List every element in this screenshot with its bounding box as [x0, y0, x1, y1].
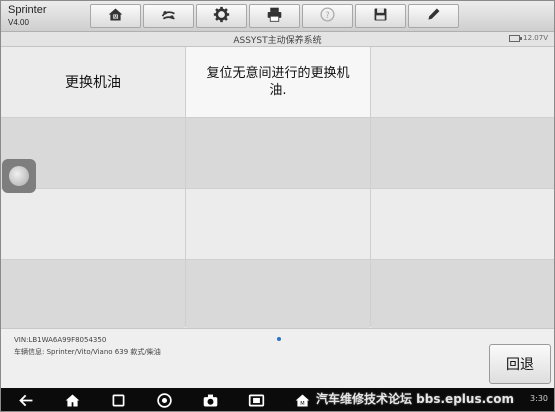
nav-diag-home-button[interactable]: M: [293, 391, 311, 409]
back-button[interactable]: 回退: [489, 344, 551, 384]
menu-empty-cell: [1, 189, 185, 259]
nav-home-button[interactable]: [63, 391, 81, 409]
battery-icon: [509, 34, 523, 42]
home-button[interactable]: M: [90, 4, 141, 28]
menu-empty-cell: [371, 47, 554, 117]
menu-empty-cell: [1, 260, 185, 330]
assistive-dot-icon: [9, 166, 29, 186]
vehicle-swap-icon: [160, 6, 177, 27]
save-icon: [372, 6, 389, 27]
svg-text:M: M: [113, 14, 117, 20]
function-title: ASSYST主动保养系统: [233, 36, 322, 46]
vehicle-info-bar: VIN:LB1WA6A99F8054350 车辆信息: Sprinter/Vit…: [1, 328, 554, 388]
menu-grid: 更换机油 复位无意间进行的更换机油.: [1, 47, 554, 330]
home-icon: [65, 394, 79, 406]
toolbar-buttons: M ?: [90, 4, 461, 28]
menu-item-oil-change[interactable]: 更换机油: [1, 47, 185, 117]
edit-button[interactable]: [408, 4, 459, 28]
nav-back-button[interactable]: [17, 391, 35, 409]
back-arrow-icon: [18, 394, 32, 406]
app-version: V4.00: [8, 18, 29, 27]
vehicle-info-text: 车辆信息: Sprinter/Vito/Viano 639 款式/柴油: [14, 348, 161, 356]
forum-watermark: 汽车维修技术论坛 bbs.eplus.com: [316, 392, 515, 406]
menu-empty-cell: [371, 260, 554, 330]
camera-icon: [203, 394, 217, 406]
nav-screenshot-button[interactable]: [247, 391, 265, 409]
menu-empty-cell: [371, 189, 554, 259]
svg-text:M: M: [300, 400, 304, 406]
print-button[interactable]: [249, 4, 300, 28]
battery-voltage: 12.07V: [509, 34, 548, 42]
menu-empty-cell: [186, 118, 370, 188]
menu-empty-cell: [186, 260, 370, 330]
diag-home-icon: M: [295, 394, 309, 406]
menu-empty-cell: [371, 118, 554, 188]
menu-item-reset-oil-change[interactable]: 复位无意间进行的更换机油.: [186, 47, 370, 117]
page-indicator: [277, 337, 281, 341]
settings-button[interactable]: [196, 4, 247, 28]
print-icon: [266, 6, 283, 27]
top-toolbar: Sprinter V4.00 M ?: [1, 1, 554, 32]
nav-recents-button[interactable]: [109, 391, 127, 409]
help-icon: ?: [319, 6, 336, 27]
svg-text:?: ?: [325, 10, 330, 20]
home-icon: M: [107, 6, 124, 27]
app-window: Sprinter V4.00 M ? ASSYST主动保养系统 12.07V 更…: [0, 0, 555, 412]
function-title-bar: ASSYST主动保养系统 12.07V: [1, 32, 554, 47]
settings-gear-icon: [213, 6, 230, 27]
vehicle-button[interactable]: [143, 4, 194, 28]
browser-icon: [156, 392, 172, 408]
android-navigation-bar: M 汽车维修技术论坛 bbs.eplus.com 3:30: [1, 388, 554, 411]
save-button[interactable]: [355, 4, 406, 28]
nav-camera-button[interactable]: [201, 391, 219, 409]
app-title: Sprinter: [8, 4, 47, 16]
vin-text: VIN:LB1WA6A99F8054350: [14, 336, 107, 344]
floating-assistive-button[interactable]: [2, 159, 36, 193]
voltage-value: 12.07V: [523, 34, 548, 42]
screenshot-icon: [248, 394, 264, 406]
status-clock: 3:30: [530, 394, 548, 403]
menu-empty-cell: [186, 189, 370, 259]
recent-apps-icon: [112, 394, 124, 406]
help-button[interactable]: ?: [302, 4, 353, 28]
nav-browser-button[interactable]: [155, 391, 173, 409]
edit-pen-icon: [425, 6, 442, 27]
